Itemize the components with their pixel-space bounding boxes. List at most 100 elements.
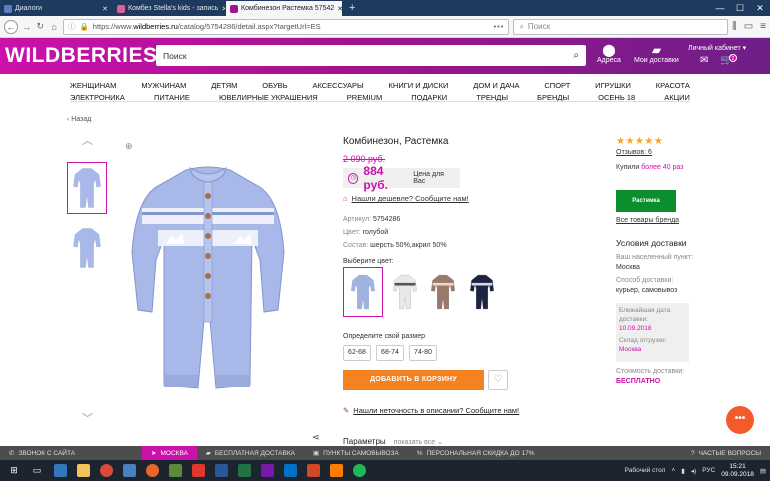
personal-discount-link[interactable]: % ПЕРСОНАЛЬНАЯ СКИДКА ДО 17% [408,446,544,460]
taskbar-app-powerpoint[interactable] [303,462,323,480]
color-swatch-blue[interactable] [343,267,383,317]
menu-item-brands[interactable]: БРЕНДЫ [537,92,569,104]
call-from-site-button[interactable]: ✆ ЗВОНОК С САЙТА [0,446,84,460]
personal-cabinet-button[interactable]: Личный кабинет ▾ [688,44,746,52]
found-cheaper-link[interactable]: ⌂ Нашли дешевле? Сообщите нам! [343,194,469,203]
params-show-all[interactable]: показать все ⌄ [394,439,443,446]
brand-logo[interactable]: Растемка [616,190,676,212]
menu-icon[interactable]: ≡ [760,21,766,32]
taskbar-app-outlook[interactable] [280,462,300,480]
menu-item-books[interactable]: КНИГИ И ДИСКИ [389,80,449,92]
report-inaccuracy-link[interactable]: ✎ Нашли неточность в описании? Сообщите … [343,406,519,415]
color-swatch-navy[interactable] [462,267,502,317]
reload-icon[interactable]: ↻ [35,21,45,32]
search-icon[interactable]: ⌕ [573,50,579,61]
menu-item-jewelry[interactable]: ЮВЕЛИРНЫЕ УКРАШЕНИЯ [219,92,318,104]
maximize-icon[interactable]: ☐ [730,0,750,16]
thumbs-down-chevron-icon[interactable]: ﹀ [82,410,93,426]
forward-arrow-icon[interactable]: → [22,22,32,32]
menu-item-toys[interactable]: ИГРУШКИ [595,80,631,92]
thumbnail-1[interactable] [67,162,107,214]
size-option[interactable]: 62-68 [343,345,371,361]
chat-bubble-icon[interactable]: ••• [726,406,754,434]
menu-item-home[interactable]: ДОМ И ДАЧА [473,80,519,92]
color-swatch-brown[interactable] [423,267,463,317]
menu-item-kids[interactable]: ДЕТЯМ [211,80,237,92]
library-icon[interactable]: ⫼ [732,21,737,32]
notifications-icon[interactable]: ▤ [760,467,766,475]
browser-tab-kombez[interactable]: Комбез Stella's kids - запись ✕ [113,1,225,16]
close-icon[interactable]: ✕ [337,5,342,13]
browser-search-field[interactable]: ⌕ Поиск [513,18,729,35]
menu-item-electronics[interactable]: ЭЛЕКТРОНИКА [70,92,125,104]
add-to-cart-button[interactable]: ДОБАВИТЬ В КОРЗИНУ [343,370,484,390]
language-indicator[interactable]: РУС [702,467,715,474]
back-arrow-icon[interactable]: ← [4,19,18,34]
menu-item-autumn[interactable]: ОСЕНЬ 18 [598,92,635,104]
taskbar-app-onenote[interactable] [257,462,277,480]
city-selector[interactable]: ➤ МОСКВА [142,446,197,460]
mail-icon[interactable]: ✉ [700,55,708,66]
page-actions-icon[interactable]: ••• [494,22,505,31]
taskbar-app-folder[interactable] [73,462,93,480]
menu-item-accessories[interactable]: АКСЕССУАРЫ [312,80,363,92]
taskbar-app-yandex[interactable] [188,462,208,480]
share-icon[interactable]: ⋖ [312,432,320,443]
menu-item-shoes[interactable]: ОБУВЬ [262,80,287,92]
browser-tab-dialogs[interactable]: Диалоги ✕ [0,1,112,16]
menu-item-sport[interactable]: СПОРТ [544,80,570,92]
back-link[interactable]: ‹ Назад [67,116,91,123]
pickup-points-link[interactable]: ▣ ПУНКТЫ САМОВЫВОЗА [304,446,408,460]
faq-link[interactable]: ? ЧАСТЫЕ ВОПРОСЫ [682,446,770,460]
desktop-label[interactable]: Рабочий стол [625,467,666,474]
windows-start-icon[interactable]: ⊞ [4,462,24,480]
zoom-icon[interactable]: ⊕ [125,141,133,152]
clock[interactable]: 15:21 09.09.2018 [721,463,754,479]
taskbar-app-edge[interactable] [50,462,70,480]
my-deliveries-button[interactable]: ▰ Мои доставки [634,44,679,65]
taskbar-app-excel[interactable] [234,462,254,480]
url-bar[interactable]: ⓘ 🔒 https://www.wildberries.ru/catalog/5… [62,18,510,35]
menu-item-food[interactable]: ПИТАНИЕ [154,92,190,104]
all-brand-products-link[interactable]: Все товары бренда [616,217,679,224]
menu-item-gifts[interactable]: ПОДАРКИ [411,92,447,104]
menu-item-beauty[interactable]: КРАСОТА [656,80,690,92]
taskbar-app-mail[interactable] [119,462,139,480]
wildberries-logo[interactable]: WILDBERRIES [5,44,158,68]
menu-item-men[interactable]: МУЖЧИНАМ [141,80,186,92]
taskbar-app-firefox[interactable] [142,462,162,480]
site-search-input[interactable]: Поиск ⌕ [156,45,586,66]
network-icon[interactable]: ▮ [681,467,685,475]
tray-arrow-icon[interactable]: ˄ [671,467,675,474]
close-icon[interactable]: ✕ [102,5,108,13]
menu-item-premium[interactable]: PREMIUM [347,92,382,104]
menu-item-trends[interactable]: ТРЕНДЫ [476,92,508,104]
taskbar-app-spotify[interactable] [349,462,369,480]
size-option[interactable]: 68-74 [376,345,404,361]
new-tab-button[interactable]: + [343,1,361,16]
pickup-value[interactable]: Москва [616,264,640,271]
task-view-icon[interactable]: ▭ [27,462,47,480]
menu-item-sales[interactable]: АКЦИИ [664,92,690,104]
size-option[interactable]: 74-80 [409,345,437,361]
home-icon[interactable]: ⌂ [49,22,59,32]
reviews-link[interactable]: Отзывов: 6 [616,149,652,156]
browser-tab-active[interactable]: Комбинезон Растемка 57542 ✕ [226,1,342,16]
wishlist-heart-icon[interactable]: ♡ [488,370,508,390]
addresses-button[interactable]: ⬤ Адреса [597,44,621,65]
taskbar-app-photos[interactable] [165,462,185,480]
product-main-image[interactable] [128,160,288,395]
taskbar-app-chrome[interactable] [96,462,116,480]
volume-icon[interactable]: ◂) [691,467,696,475]
color-swatch-white[interactable] [385,267,425,317]
parameters-section[interactable]: Параметры показать все ⌄ [343,437,443,446]
free-delivery-link[interactable]: ▰ БЕСПЛАТНАЯ ДОСТАВКА [197,446,304,460]
thumbnail-2[interactable] [67,222,107,274]
taskbar-app-illustrator[interactable] [326,462,346,480]
taskbar-app-word[interactable] [211,462,231,480]
close-window-icon[interactable]: ✕ [750,0,770,16]
close-icon[interactable]: ✕ [221,5,225,13]
menu-item-women[interactable]: ЖЕНЩИНАМ [70,80,116,92]
sidebar-icon[interactable]: ▭ [744,21,753,32]
minimize-icon[interactable]: — [710,0,730,16]
